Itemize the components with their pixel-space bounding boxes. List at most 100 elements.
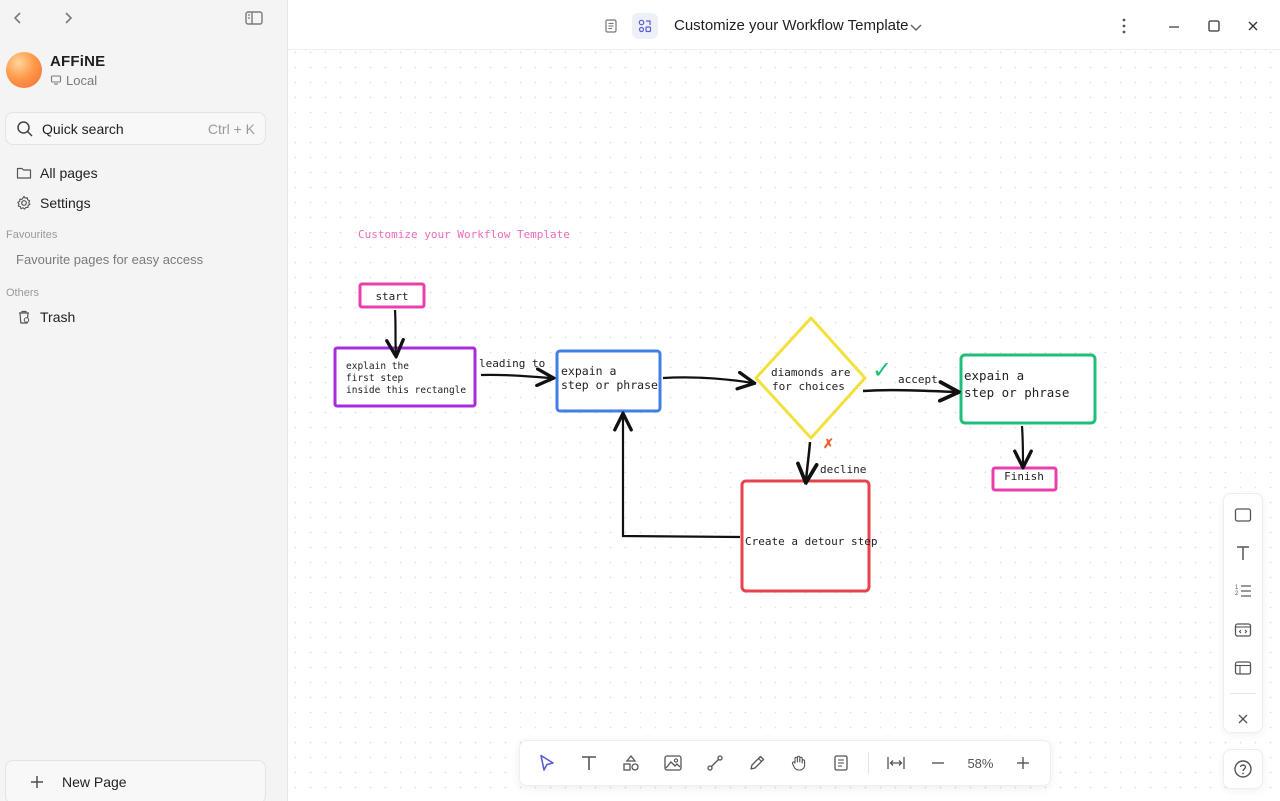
image-icon [664,755,682,771]
connector-diamond-detour[interactable] [806,441,810,481]
header-bar: Customize your Workflow Template [288,0,1280,50]
list-block-button[interactable]: 12 [1230,578,1256,604]
heading-text-icon [1237,546,1249,561]
edgeless-mode-button[interactable] [632,13,658,39]
title-menu-button[interactable] [906,17,926,37]
others-section-label: Others [6,287,40,299]
connector-step2-finish[interactable] [1022,425,1023,466]
new-page-label: New Page [62,774,127,790]
bottom-toolbar: 58% [519,740,1051,786]
window-close-button[interactable] [1243,16,1263,36]
connector-diamond-step2[interactable] [862,390,957,392]
quick-search[interactable]: Quick search Ctrl + K [5,112,266,145]
svg-text:2: 2 [1235,591,1239,597]
trash-icon [19,310,30,324]
chevron-down-icon [910,24,922,32]
search-icon [17,120,33,137]
select-tool-button[interactable] [526,746,568,780]
zoom-out-button[interactable] [917,746,959,780]
connector-explain-step1[interactable] [480,375,552,378]
numbered-list-icon: 12 [1235,585,1251,597]
shapes-icon [623,754,639,771]
note-tool-button[interactable] [820,746,862,780]
chevron-left-icon [13,12,21,24]
new-page-button[interactable]: New Page [5,760,266,801]
hand-icon [791,755,806,771]
minimize-icon [1169,26,1179,28]
template-block-button[interactable] [1230,655,1256,681]
more-options-button[interactable] [1114,16,1134,36]
close-icon [1238,714,1248,724]
hand-tool-button[interactable] [778,746,820,780]
mode-switch [598,13,658,39]
sidebar-item-all-pages[interactable]: All pages [16,161,98,185]
connector-icon [707,755,723,771]
text-tool-button[interactable] [568,746,610,780]
step1-node-line: step or phrase [561,378,658,392]
text-block-button[interactable] [1230,540,1256,566]
minus-icon [931,762,944,764]
page-mode-button[interactable] [598,13,624,39]
note-icon [834,755,848,771]
quick-search-label: Quick search [42,120,124,137]
gear-icon [17,195,31,210]
main-area: Customize your Workflow Template Customi… [287,0,1280,801]
fit-to-screen-button[interactable] [875,746,917,780]
favourites-section-label: Favourites [6,229,58,241]
connector-step1-diamond[interactable] [662,377,753,383]
embed-block-button[interactable] [1230,617,1256,643]
sidebar-item-trash[interactable]: Trash [16,305,75,329]
explain-node-line: inside this rectangle [346,385,466,396]
folder-icon [16,167,32,179]
code-embed-icon [1234,622,1252,637]
doc-title[interactable]: Customize your Workflow Template [674,17,909,34]
workspace-storage-label: Local [66,72,98,88]
maximize-icon [1208,20,1220,32]
edgeless-canvas[interactable]: Customize your Workflow Template start e… [288,50,1280,801]
start-node-label: start [375,290,408,303]
computer-icon [50,75,62,85]
workspace-card[interactable]: AFFiNE Local [6,52,105,88]
edge-label-accept[interactable]: accept [898,373,938,386]
canvas-heading[interactable]: Customize your Workflow Template [358,228,570,241]
zoom-in-button[interactable] [1002,746,1044,780]
fit-width-icon [887,757,905,769]
chevron-right-icon [65,12,73,24]
page-icon [605,19,617,33]
step2-node-line: step or phrase [964,385,1069,400]
frame-tool-button[interactable] [1230,502,1256,528]
accept-check-mark[interactable]: ✓ [872,357,892,384]
forward-button[interactable] [58,8,78,28]
sidebar-item-settings[interactable]: Settings [16,191,91,215]
text-icon [582,756,596,770]
edge-label-leading[interactable]: leading to [479,357,545,370]
explain-node-line: first step [346,373,403,384]
back-button[interactable] [8,8,28,28]
pen-icon [750,755,765,770]
more-vertical-icon [1122,18,1126,34]
sidebar-icon [245,11,263,25]
step2-node-line: expain a [964,368,1024,383]
shape-tool-button[interactable] [610,746,652,780]
sidebar-item-label: All pages [40,165,98,181]
workspace-storage: Local [50,73,105,88]
layout-icon [1234,661,1252,675]
finish-node-label: Finish [1004,470,1044,483]
decline-cross-mark[interactable]: ✗ [823,436,834,451]
workspace-name: AFFiNE [50,52,106,70]
window-minimize-button[interactable] [1164,16,1184,36]
window-maximize-button[interactable] [1204,16,1224,36]
zoom-level[interactable]: 58% [959,756,1002,771]
connector-detour-step1[interactable] [623,415,741,539]
image-tool-button[interactable] [652,746,694,780]
pen-tool-button[interactable] [736,746,778,780]
step1-node-line: expain a [561,364,616,378]
close-toolbar-button[interactable] [1230,706,1256,732]
connector-tool-button[interactable] [694,746,736,780]
edge-label-decline[interactable]: decline [820,463,866,476]
connector-start-explain[interactable] [395,309,396,355]
sidebar-toggle-button[interactable] [244,8,264,28]
sidebar: AFFiNE Local Quick search Ctrl + K All p… [0,0,286,801]
sidebar-item-label: Trash [40,309,76,325]
help-button[interactable] [1223,749,1263,789]
